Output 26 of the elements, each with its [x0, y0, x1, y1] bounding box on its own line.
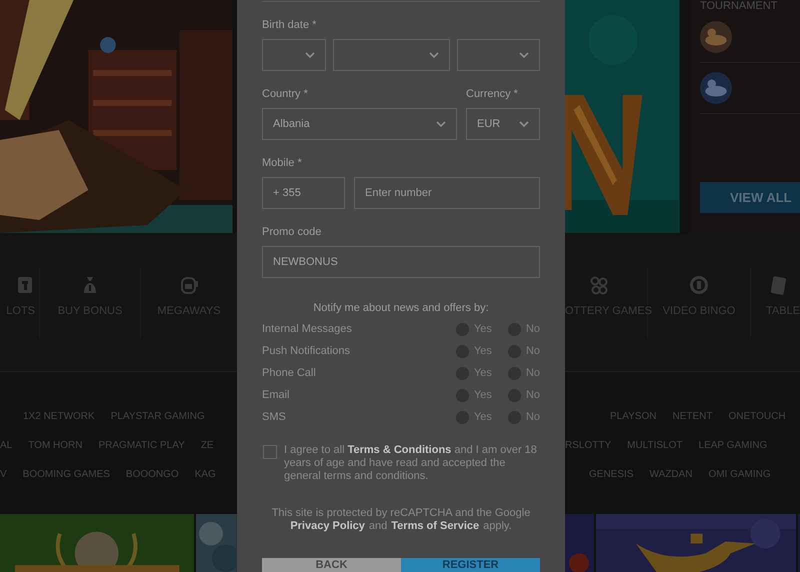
- view-all-button[interactable]: VIEW ALL: [700, 182, 800, 213]
- field-label: Promo code: [262, 225, 322, 239]
- back-button[interactable]: BACK: [262, 558, 401, 572]
- select-field[interactable]: EUR: [466, 108, 540, 140]
- register-button[interactable]: REGISTER: [401, 558, 540, 572]
- option-label: Push Notifications: [262, 345, 350, 357]
- option-label: Phone Call: [262, 367, 316, 379]
- input-field[interactable]: Enter number: [354, 177, 540, 209]
- agreement-text: I agree to all Terms & Conditions and I am over 18 years of age and have read and accepted the general terms and conditions.: [284, 444, 538, 483]
- field-label: Birth date *: [262, 18, 318, 32]
- option-label: Email: [262, 389, 290, 401]
- terms-of-service-link[interactable]: Terms of Service: [391, 520, 480, 533]
- input-field[interactable]: + 355: [262, 177, 345, 209]
- panel-title: TOURNAMENT: [700, 0, 778, 12]
- field-label: Country *: [262, 87, 309, 101]
- recaptcha-notice: apply.: [483, 520, 512, 533]
- privacy-policy-link[interactable]: Privacy Policy: [290, 520, 365, 533]
- field-label: Mobile *: [262, 156, 303, 170]
- option-label: SMS: [262, 411, 286, 423]
- recaptcha-notice: and: [368, 520, 388, 533]
- select-field[interactable]: Albania: [262, 108, 457, 140]
- input-field[interactable]: NEWBONUS: [262, 246, 540, 278]
- option-label: Internal Messages: [262, 323, 352, 335]
- field-label: Currency *: [466, 87, 519, 101]
- recaptcha-notice: This site is protected by reCAPTCHA and the Google: [270, 507, 532, 520]
- section-heading: Notify me about news and offers by:: [312, 301, 490, 315]
